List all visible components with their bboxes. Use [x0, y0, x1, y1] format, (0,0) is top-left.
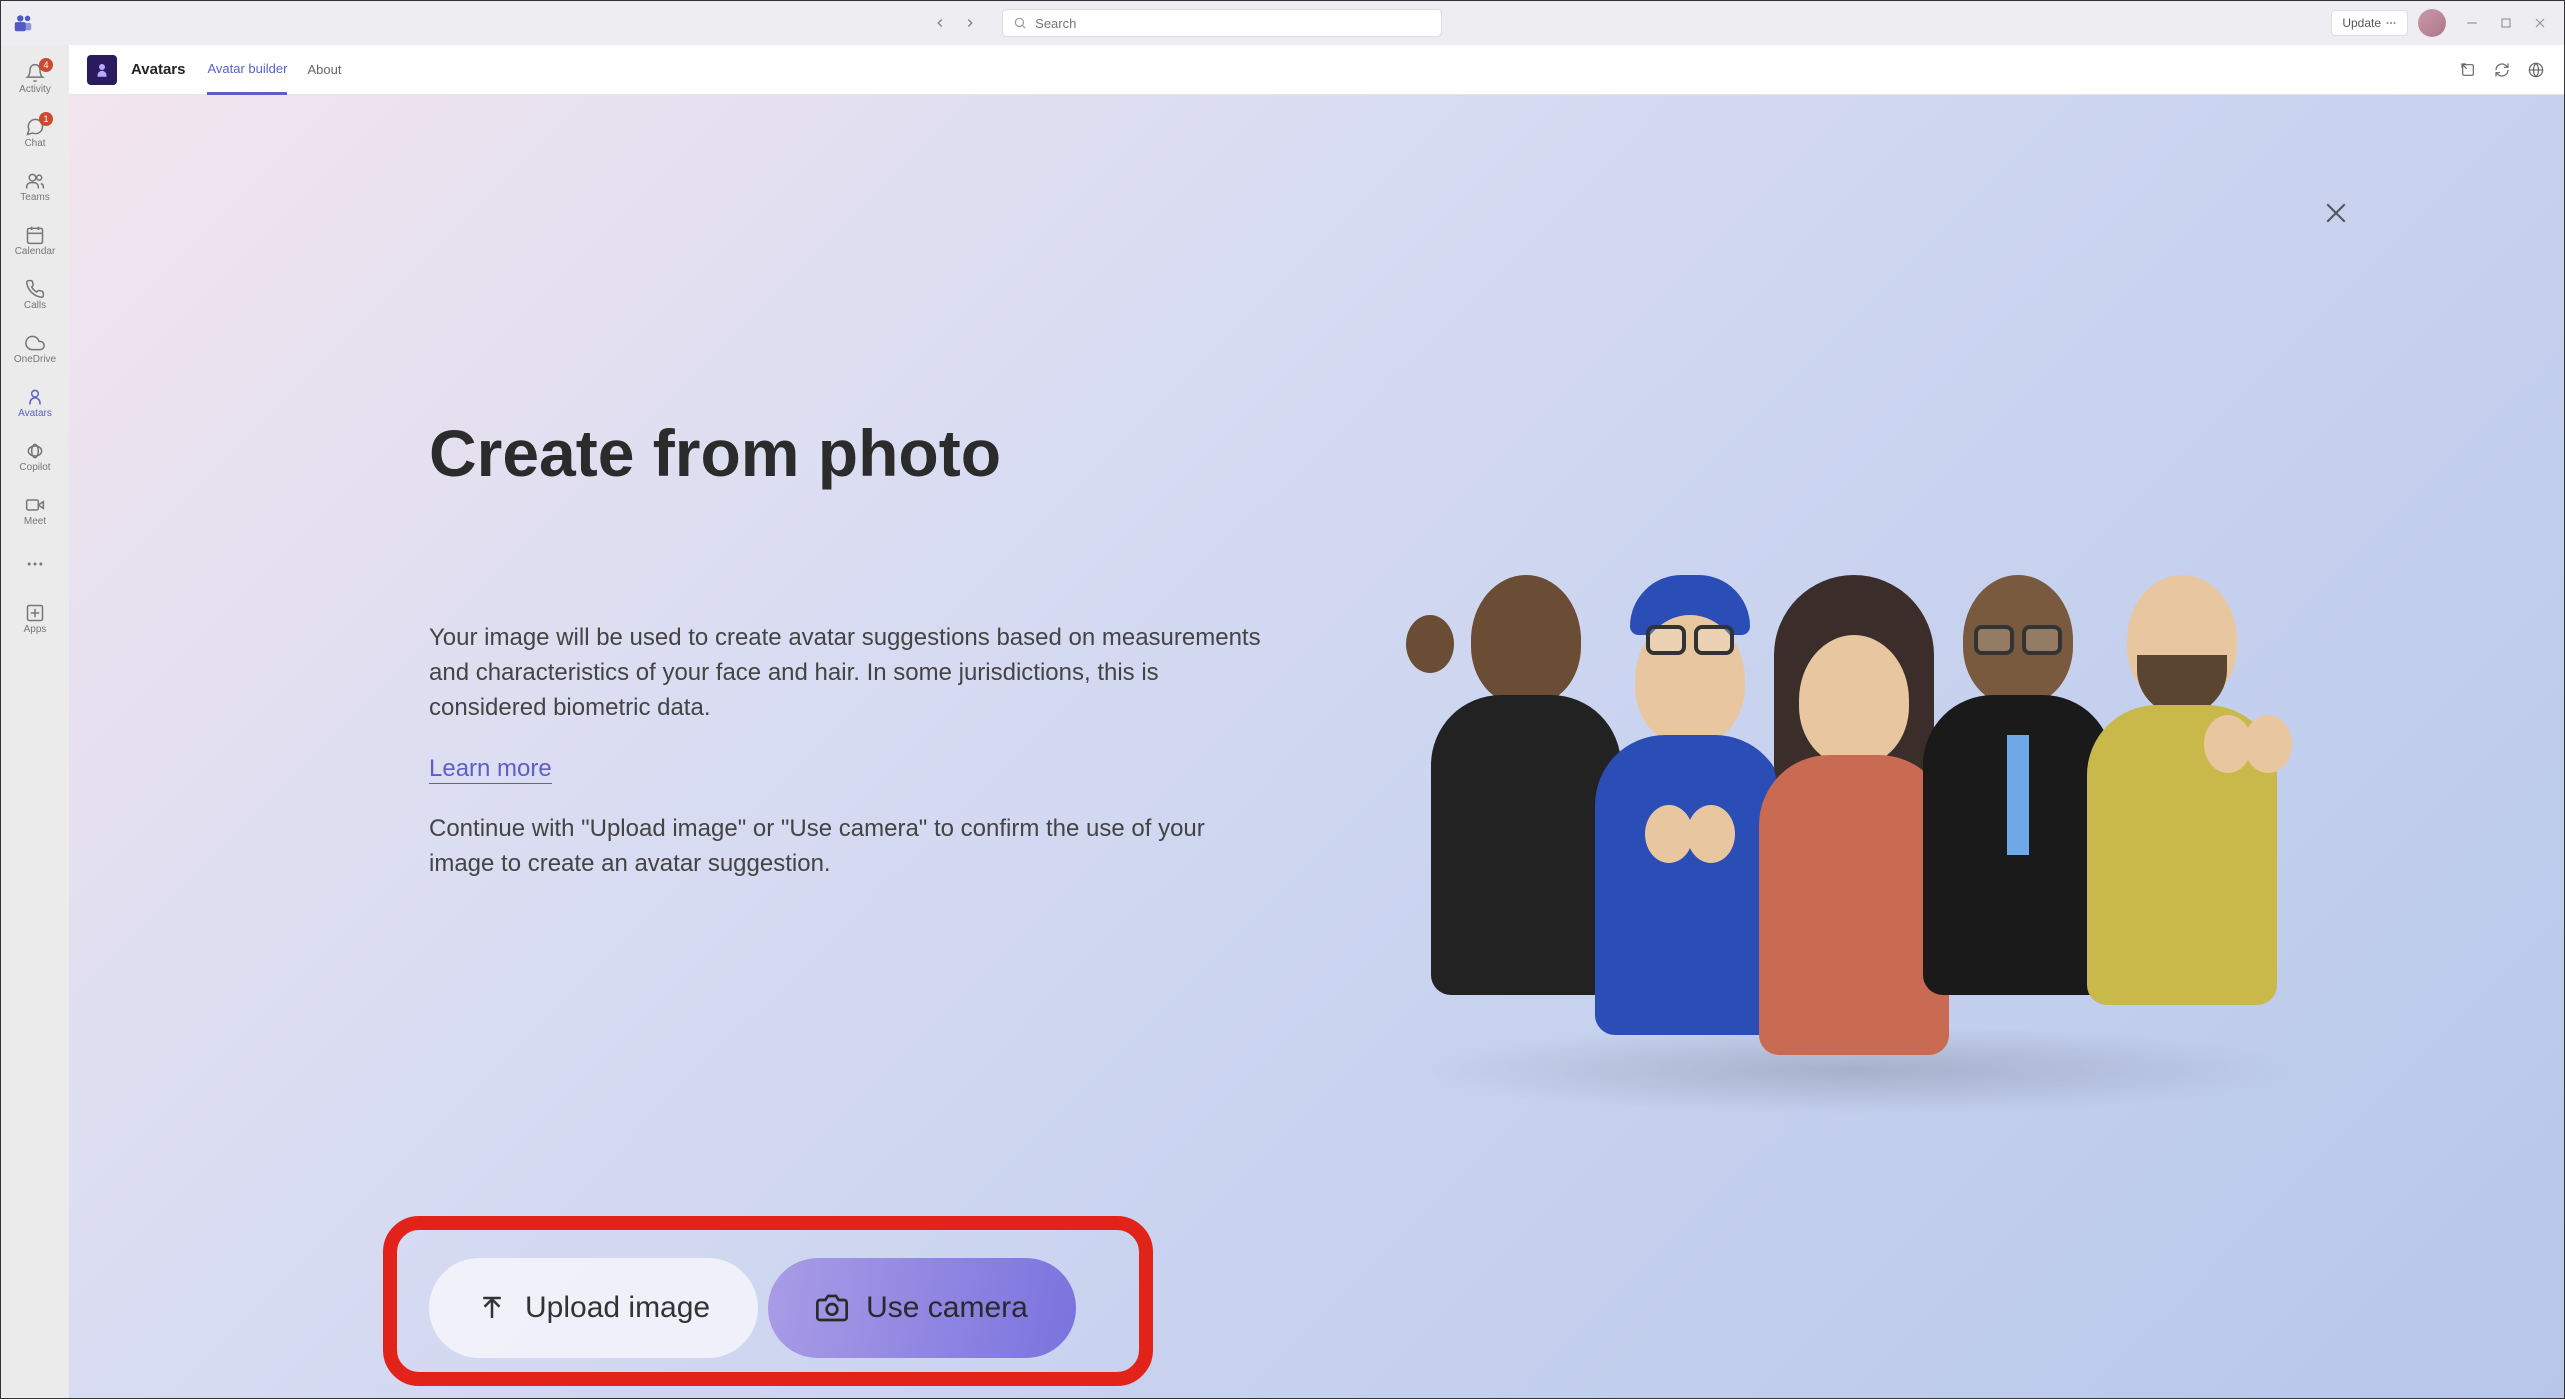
app-title: Avatars: [131, 61, 185, 78]
globe-icon[interactable]: [2526, 60, 2546, 80]
avatar-icon: [25, 386, 45, 408]
teams-logo-icon: [9, 9, 37, 37]
rail-label: Copilot: [19, 462, 50, 473]
main-canvas: Create from photo Your image will be use…: [69, 95, 2564, 1398]
upload-icon: [477, 1293, 507, 1323]
nav-forward-button[interactable]: [956, 9, 984, 37]
search-input[interactable]: [1035, 16, 1431, 31]
rail-label: Chat: [24, 138, 45, 149]
rail-item-calls[interactable]: Calls: [1, 267, 69, 321]
avatars-app-icon: [87, 55, 117, 85]
rail-item-apps[interactable]: Apps: [1, 591, 69, 645]
upload-label: Upload image: [525, 1291, 710, 1325]
update-label: Update: [2342, 16, 2381, 30]
chat-icon: 1: [25, 116, 45, 138]
window-minimize-button[interactable]: [2456, 9, 2488, 37]
upload-image-button[interactable]: Upload image: [429, 1258, 758, 1358]
left-rail: 4 Activity 1 Chat Teams: [1, 45, 69, 1398]
rail-label: Calls: [24, 300, 46, 311]
search-input-container[interactable]: [1002, 9, 1442, 37]
more-dots-icon: [2385, 17, 2397, 29]
rail-label: Teams: [20, 192, 49, 203]
tab-avatar-builder[interactable]: Avatar builder: [207, 45, 287, 95]
nav-back-button[interactable]: [926, 9, 954, 37]
close-button[interactable]: [2318, 195, 2354, 231]
rail-item-onedrive[interactable]: OneDrive: [1, 321, 69, 375]
people-icon: [25, 170, 45, 192]
rail-item-calendar[interactable]: Calendar: [1, 213, 69, 267]
popout-icon[interactable]: [2458, 60, 2478, 80]
chat-badge: 1: [39, 112, 53, 126]
video-icon: [25, 494, 45, 516]
rail-item-more[interactable]: [1, 537, 69, 591]
camera-label: Use camera: [866, 1291, 1028, 1325]
window-maximize-button[interactable]: [2490, 9, 2522, 37]
use-camera-button[interactable]: Use camera: [768, 1258, 1076, 1358]
rail-label: Meet: [24, 516, 46, 527]
user-avatar[interactable]: [2418, 9, 2446, 37]
calendar-icon: [25, 224, 45, 246]
apps-icon: [25, 602, 45, 624]
copilot-icon: [25, 440, 45, 462]
app-header: Avatars Avatar builder About: [69, 45, 2564, 95]
rail-item-teams[interactable]: Teams: [1, 159, 69, 213]
activity-badge: 4: [39, 58, 53, 72]
phone-icon: [25, 278, 45, 300]
camera-icon: [816, 1292, 848, 1324]
rail-label: OneDrive: [14, 354, 56, 365]
more-icon: [25, 553, 45, 575]
bell-icon: 4: [25, 62, 45, 84]
confirm-text: Continue with "Upload image" or "Use cam…: [429, 812, 1249, 882]
rail-item-meet[interactable]: Meet: [1, 483, 69, 537]
update-button[interactable]: Update: [2331, 10, 2408, 36]
tab-about[interactable]: About: [307, 45, 341, 95]
rail-label: Apps: [24, 624, 47, 635]
rail-label: Avatars: [18, 408, 52, 419]
rail-item-avatars[interactable]: Avatars: [1, 375, 69, 429]
rail-item-activity[interactable]: 4 Activity: [1, 51, 69, 105]
rail-label: Calendar: [15, 246, 56, 257]
learn-more-link[interactable]: Learn more: [429, 755, 552, 784]
avatar-sample-5: [2082, 575, 2282, 1055]
action-row: Upload image Use camera: [429, 1258, 1076, 1358]
page-title: Create from photo: [429, 415, 1279, 491]
rail-item-chat[interactable]: 1 Chat: [1, 105, 69, 159]
rail-label: Activity: [19, 84, 51, 95]
biometric-disclaimer: Your image will be used to create avatar…: [429, 621, 1279, 725]
cloud-icon: [25, 332, 45, 354]
refresh-icon[interactable]: [2492, 60, 2512, 80]
search-icon: [1013, 16, 1027, 30]
titlebar: Update: [1, 1, 2564, 45]
window-close-button[interactable]: [2524, 9, 2556, 37]
rail-item-copilot[interactable]: Copilot: [1, 429, 69, 483]
avatars-illustration: [1334, 515, 2374, 1055]
